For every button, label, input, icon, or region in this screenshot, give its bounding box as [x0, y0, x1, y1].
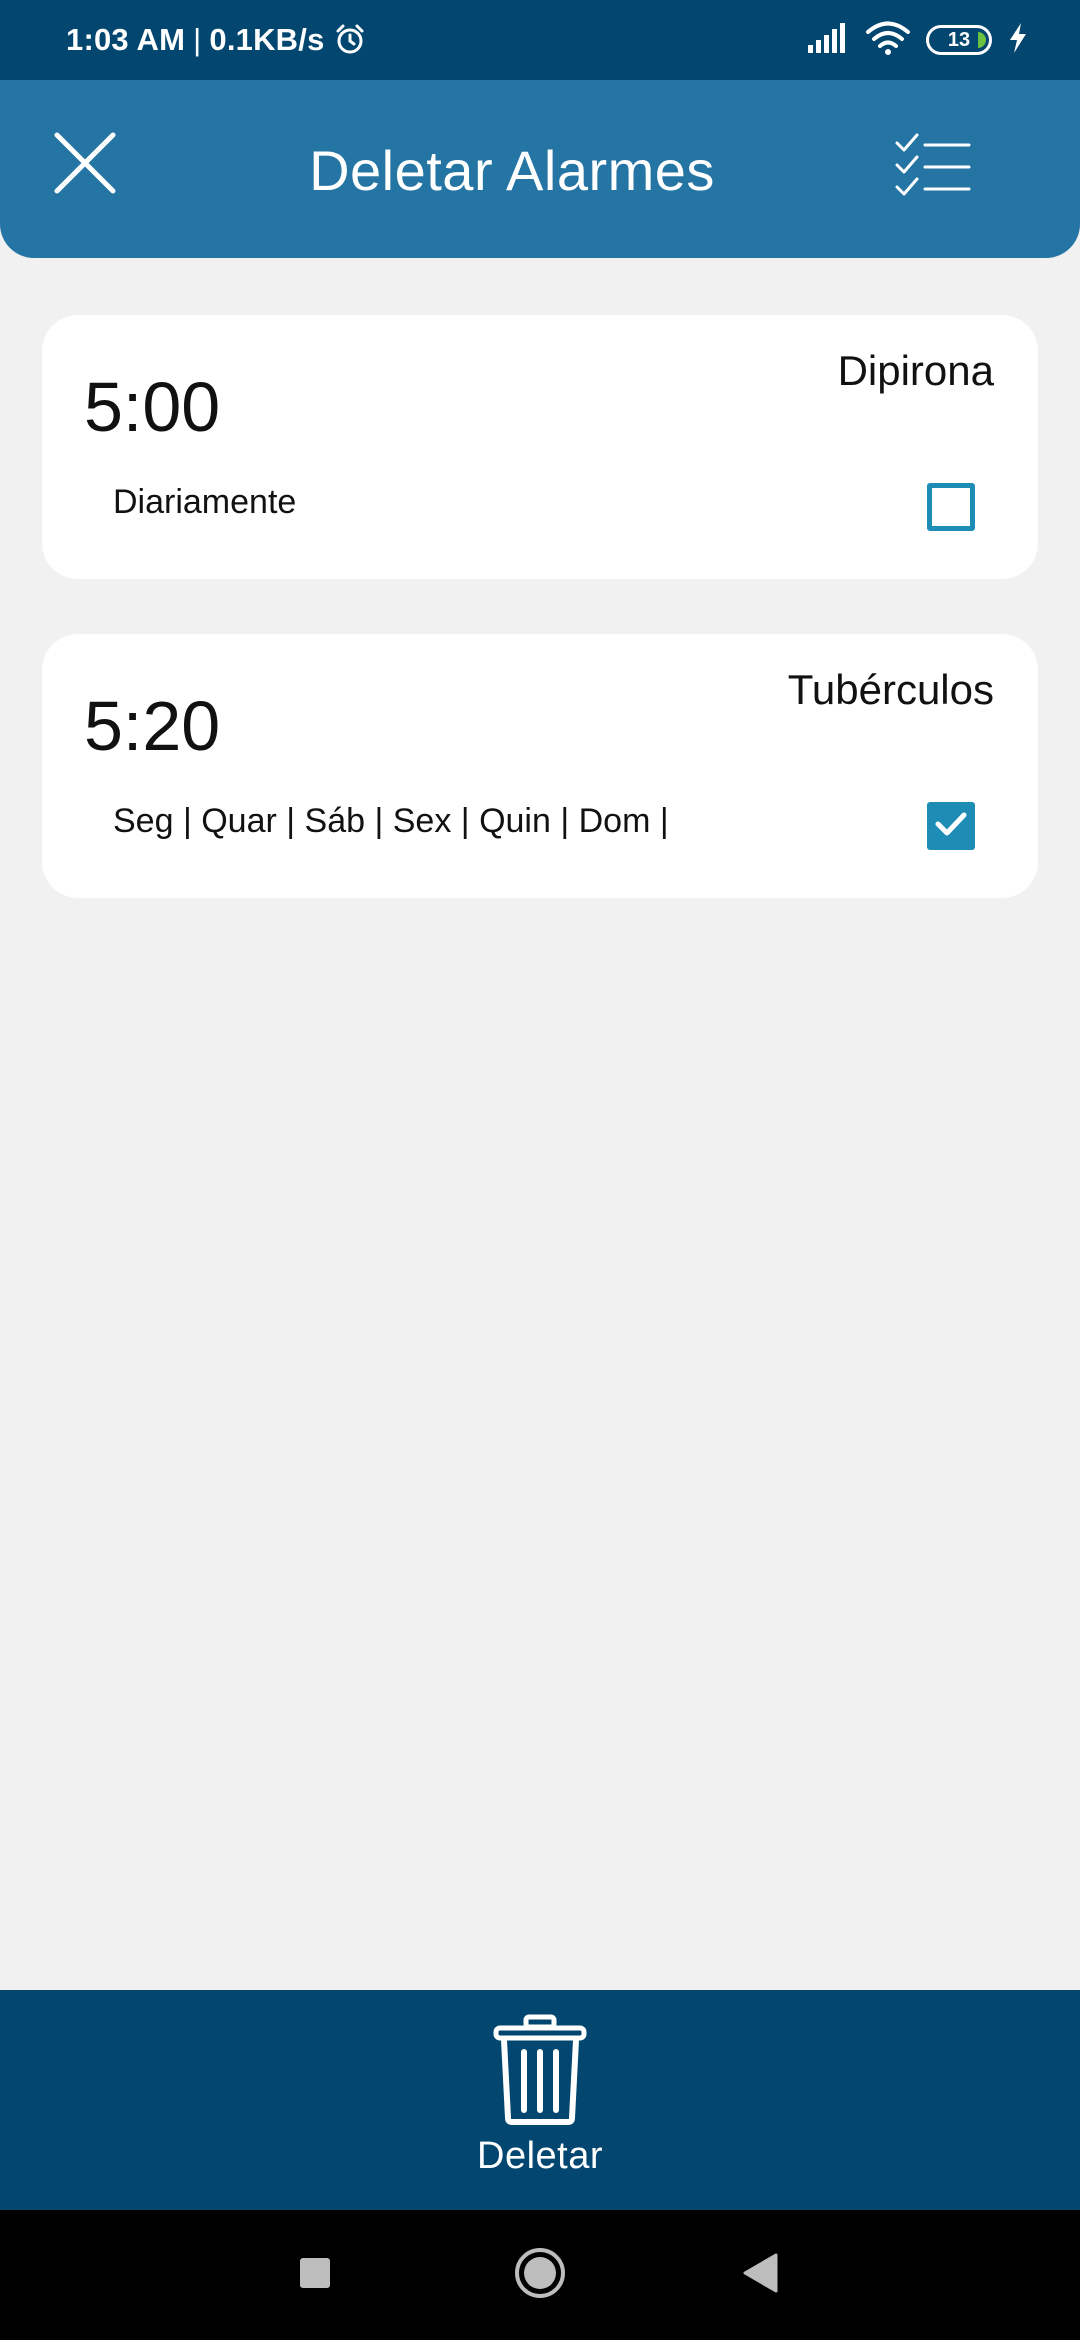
- alarm-select-checkbox[interactable]: [927, 483, 975, 531]
- alarm-card[interactable]: 5:00 Dipirona Diariamente: [42, 315, 1038, 579]
- battery-level: 13: [947, 29, 971, 51]
- alarm-clock-icon: [333, 23, 367, 57]
- back-button[interactable]: [715, 2240, 805, 2310]
- home-circle-icon: [513, 2246, 567, 2305]
- page-title: Deletar Alarmes: [309, 139, 715, 202]
- system-navigation-bar: [0, 2210, 1080, 2340]
- checkmark-icon: [934, 807, 968, 846]
- status-separator: |: [193, 22, 202, 57]
- delete-label: Deletar: [477, 2135, 603, 2177]
- delete-button[interactable]: Deletar: [440, 2014, 640, 2194]
- battery-fill: [978, 32, 986, 48]
- alarm-card[interactable]: 5:20 Tubérculos Seg | Quar | Sáb | Sex |…: [42, 634, 1038, 898]
- recents-button[interactable]: [270, 2240, 360, 2310]
- alarm-medicine-name: Tubérculos: [787, 666, 994, 713]
- battery-icon: 13: [926, 25, 992, 55]
- status-left: 1:03 AM | 0.1KB/s: [66, 0, 367, 80]
- app-bar: Deletar Alarmes: [0, 80, 1080, 258]
- alarm-repeat-days: Diariamente: [113, 483, 297, 521]
- select-all-button[interactable]: [892, 132, 974, 202]
- alarm-select-checkbox[interactable]: [927, 802, 975, 850]
- home-button[interactable]: [495, 2240, 585, 2310]
- alarm-repeat-days: Seg | Quar | Sáb | Sex | Quin | Dom |: [113, 802, 669, 840]
- bottom-action-bar: Deletar: [0, 1990, 1080, 2210]
- recents-square-icon: [298, 2256, 332, 2295]
- alarm-medicine-name: Dipirona: [837, 347, 994, 394]
- status-bar: 1:03 AM | 0.1KB/s 13: [0, 0, 1080, 80]
- status-time: 1:03 AM: [66, 22, 186, 57]
- status-right: 13: [808, 0, 1028, 80]
- status-network-speed: 0.1KB/s: [209, 22, 325, 57]
- alarm-time: 5:20: [84, 687, 221, 765]
- wifi-icon: [866, 21, 910, 60]
- trash-icon: [492, 2014, 588, 2131]
- alarm-time: 5:00: [84, 368, 221, 446]
- signal-icon: [808, 22, 850, 58]
- back-triangle-icon: [742, 2253, 778, 2298]
- checklist-icon: [895, 133, 971, 202]
- charging-bolt-icon: [1008, 22, 1028, 58]
